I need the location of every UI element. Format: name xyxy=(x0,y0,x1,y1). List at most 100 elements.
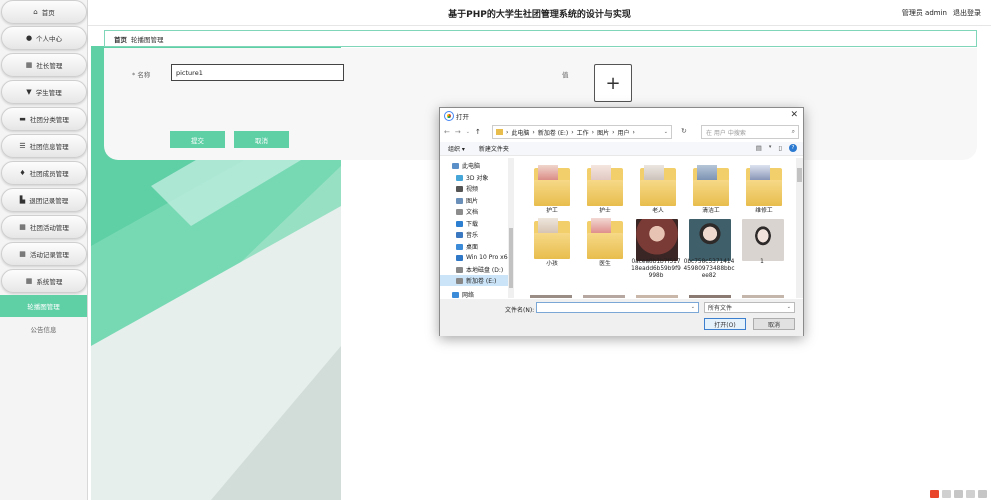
cancel-button[interactable]: 取消 xyxy=(234,131,289,148)
nav-item-label: 本地磁盘 (D:) xyxy=(466,267,504,274)
sidebar-item-students[interactable]: ▼ 学生管理 xyxy=(1,80,87,104)
sidebar-item-quit-records[interactable]: ▙ 退团记录管理 xyxy=(1,188,87,212)
sidebar-subitem-carousel[interactable]: 轮播图管理 xyxy=(0,295,87,317)
image-thumbnail xyxy=(689,219,731,261)
tray-icon xyxy=(978,490,987,498)
image-thumbnail-partial[interactable] xyxy=(742,295,784,298)
view-mode-icon[interactable]: ▤ xyxy=(756,144,762,152)
filename-input[interactable]: ⌄ xyxy=(536,302,699,313)
filename-label: 文件名(N): xyxy=(505,307,535,314)
s-logo-icon xyxy=(930,490,939,498)
folder-icon xyxy=(534,218,570,259)
sidebar-item-system[interactable]: ▦ 系统管理 xyxy=(1,269,87,293)
chevron-down-icon[interactable]: ⌄ xyxy=(691,304,695,310)
file-scrollbar[interactable] xyxy=(796,158,803,298)
path-segment[interactable]: 图片 xyxy=(597,128,609,137)
file-name: 0acea8b1b7f51718eadd6b59b9f9998b xyxy=(631,259,681,279)
refresh-icon[interactable]: ↻ xyxy=(681,127,687,135)
sidebar-item-label: 社团成员管理 xyxy=(29,170,69,178)
sidebar-item-label: 社团分类管理 xyxy=(29,116,69,124)
documents-icon xyxy=(456,208,463,215)
image-item[interactable]: 0bc758c537141445980973488bbcee82 xyxy=(683,213,735,283)
address-bar[interactable]: › 此电脑 › 新加卷 (E:) › 工作 › 图片 › 用户 › ⌄ xyxy=(492,125,672,139)
path-segment[interactable]: 用户 xyxy=(617,128,629,137)
sidebar-item-club-category[interactable]: ▬ 社团分类管理 xyxy=(1,107,87,131)
sidebar-item-label: 社团活动管理 xyxy=(29,224,69,232)
user-icon: ● xyxy=(25,34,33,42)
open-button[interactable]: 打开(O) xyxy=(704,318,746,330)
image-item[interactable]: 0acea8b1b7f51718eadd6b59b9f9998b xyxy=(630,213,682,283)
preview-pane-icon[interactable]: ▯ xyxy=(778,144,782,152)
organize-menu[interactable]: 组织 ▾ xyxy=(448,144,465,153)
nav-item-label: 下载 xyxy=(466,221,479,228)
desktop-icon xyxy=(456,243,463,250)
folder-item[interactable]: 医生 xyxy=(579,215,631,285)
nav-item-label: 新加卷 (E:) xyxy=(466,278,497,285)
path-separator: › xyxy=(571,128,574,136)
path-segment[interactable]: 此电脑 xyxy=(511,128,529,137)
filetype-select[interactable]: 所有文件 ⌄ xyxy=(704,302,795,313)
close-icon[interactable]: ✕ xyxy=(790,110,798,120)
folder-icon xyxy=(587,218,623,259)
scroll-thumb[interactable] xyxy=(509,228,513,288)
path-dropdown-icon[interactable]: ⌄ xyxy=(664,129,668,135)
forward-icon[interactable]: → xyxy=(455,128,461,136)
sidebar-item-activity-records[interactable]: ▦ 活动记录管理 xyxy=(1,242,87,266)
back-icon[interactable]: ← xyxy=(444,128,450,136)
sidebar-item-label: 个人中心 xyxy=(36,35,63,43)
sidebar-item-club-info[interactable]: ☰ 社团信息管理 xyxy=(1,134,87,158)
path-segment[interactable]: 工作 xyxy=(577,128,589,137)
nav-item-label: 图片 xyxy=(466,198,479,205)
file-name: 护士 xyxy=(599,208,611,214)
top-bar: 基于PHP的大学生社团管理系统的设计与实现 管理员 admin 退出登录 xyxy=(88,0,991,26)
sidebar-item-club-activities[interactable]: ▦ 社团活动管理 xyxy=(1,215,87,239)
image-thumbnail-partial[interactable] xyxy=(636,295,678,298)
up-icon[interactable]: ↑ xyxy=(475,128,481,136)
nav-item-selected[interactable]: 新加卷 (E:) xyxy=(440,275,508,286)
nav-item-label: 音乐 xyxy=(466,232,479,239)
video-icon xyxy=(456,185,463,192)
nav-scrollbar[interactable] xyxy=(508,158,514,298)
image-thumbnail-partial[interactable] xyxy=(583,295,625,298)
path-segment[interactable]: 新加卷 (E:) xyxy=(538,128,568,137)
sidebar-item-club-members[interactable]: ♦ 社团成员管理 xyxy=(1,161,87,185)
view-dropdown-icon[interactable]: ▾ xyxy=(769,144,772,152)
student-icon: ▼ xyxy=(26,88,32,96)
recent-dropdown-icon[interactable]: ⌄ xyxy=(466,129,470,135)
name-input[interactable]: picture1 xyxy=(171,64,344,81)
upload-box[interactable]: + xyxy=(594,64,632,102)
submit-button[interactable]: 提交 xyxy=(170,131,225,148)
value-label: 值 xyxy=(562,71,569,79)
dialog-cancel-button[interactable]: 取消 xyxy=(753,318,795,330)
sidebar-item-profile[interactable]: ● 个人中心 xyxy=(1,26,87,50)
image-thumbnail xyxy=(742,219,784,261)
image-thumbnail-partial[interactable] xyxy=(530,295,572,298)
scroll-thumb[interactable] xyxy=(797,168,802,182)
grid-icon: ▦ xyxy=(25,61,33,69)
sidebar-item-home[interactable]: ⌂ 首页 xyxy=(1,0,87,24)
sidebar-item-president[interactable]: ▦ 社长管理 xyxy=(1,53,87,77)
nav-item[interactable]: 此电脑 xyxy=(452,160,514,171)
grid-icon: ▦ xyxy=(19,250,26,258)
sidebar-subitem-notice[interactable]: 公告信息 xyxy=(0,318,87,340)
folder-item[interactable]: 小孩 xyxy=(526,215,578,285)
help-icon[interactable]: ? xyxy=(789,144,797,152)
folder-icon xyxy=(746,165,782,206)
tray-icon xyxy=(942,490,951,498)
breadcrumb-home[interactable]: 首页 xyxy=(114,34,127,44)
file-list: 护工 护士 老人 清洁工 维修工 小孩 医生 0acea8b1b7f51718e… xyxy=(516,158,798,298)
image-thumbnail-partial[interactable] xyxy=(689,295,731,298)
file-name: 医生 xyxy=(599,261,611,267)
logout-link[interactable]: 退出登录 xyxy=(953,8,981,18)
new-folder-button[interactable]: 新建文件夹 xyxy=(479,144,509,153)
grid-icon: ▦ xyxy=(19,223,26,231)
download-icon xyxy=(456,220,463,227)
file-name: 1 xyxy=(760,259,764,265)
sidebar-item-label: 社团信息管理 xyxy=(29,143,69,151)
search-input[interactable]: 在 用户 中搜索 ⌕ xyxy=(701,125,799,139)
image-item[interactable]: 1 xyxy=(736,213,788,283)
tray-icon xyxy=(966,490,975,498)
folder-icon xyxy=(640,165,676,206)
open-file-dialog: 打开 ✕ ← → ⌄ ↑ › 此电脑 › 新加卷 (E:) › 工作 › 图片 … xyxy=(439,107,804,336)
drive-icon xyxy=(456,277,463,284)
